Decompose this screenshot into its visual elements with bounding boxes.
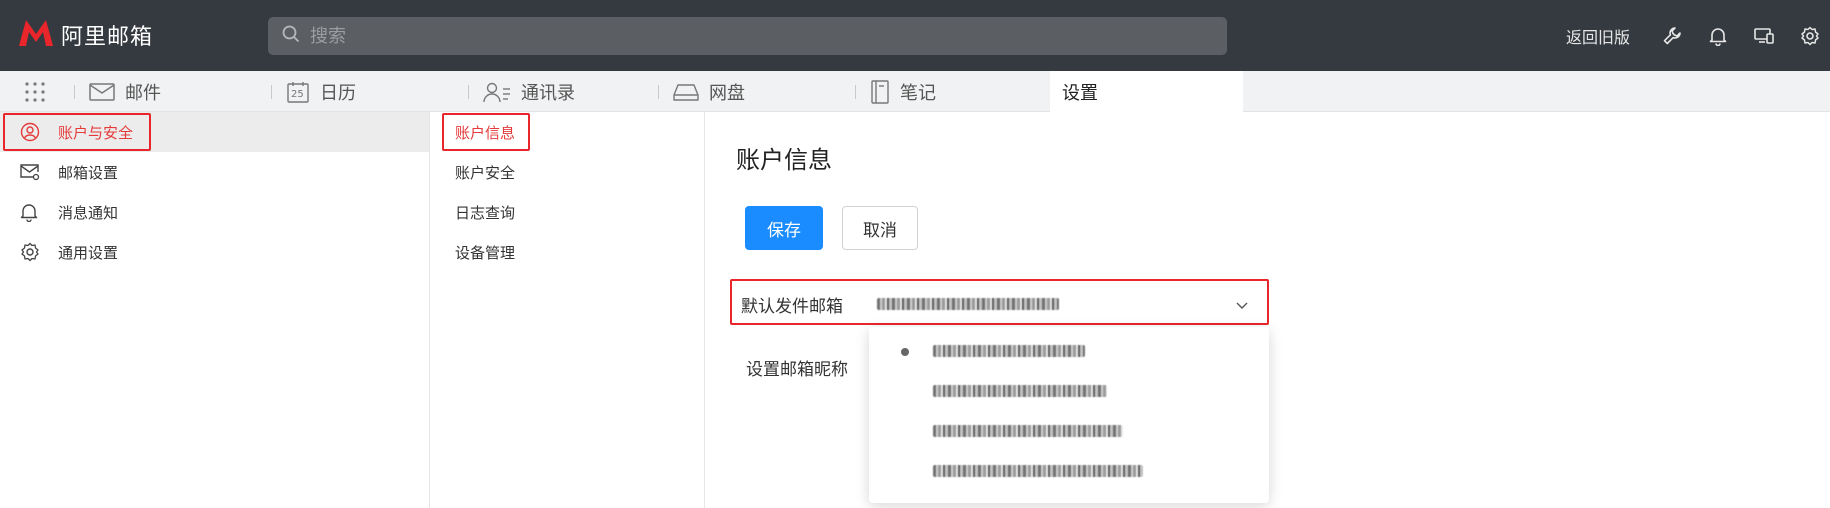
search-input[interactable] (310, 25, 1210, 47)
nickname-label: 设置邮箱昵称 (746, 360, 848, 380)
save-button[interactable]: 保存 (745, 206, 823, 250)
subnav: 账户信息 账户安全 日志查询 设备管理 (431, 112, 705, 508)
dropdown-option[interactable] (869, 411, 1269, 451)
sender-dropdown (869, 327, 1269, 503)
logo-text: 阿里邮箱 (61, 25, 154, 50)
module-nav: 邮件 25 日历 通讯录 网盘 笔记 设置 (0, 71, 1830, 112)
subnav-item-label: 设备管理 (455, 243, 516, 262)
sidebar-item-general-settings[interactable]: 通用设置 (0, 232, 429, 272)
tab-label: 笔记 (900, 82, 936, 104)
search-box[interactable] (268, 17, 1227, 55)
subnav-item-label: 日志查询 (455, 203, 516, 222)
tab-label: 设置 (1062, 82, 1098, 104)
tab-settings[interactable]: 设置 (1050, 71, 1243, 112)
bell-icon[interactable] (1706, 24, 1730, 48)
wrench-icon[interactable] (1660, 24, 1684, 48)
contacts-icon (483, 81, 511, 103)
tab-mail[interactable]: 邮件 (74, 71, 161, 112)
subnav-item-device-management[interactable]: 设备管理 (431, 232, 704, 272)
subnav-item-log-query[interactable]: 日志查询 (431, 192, 704, 232)
tab-label: 通讯录 (521, 82, 575, 104)
highlight-box (730, 279, 1269, 325)
search-icon (282, 25, 300, 47)
dropdown-option[interactable] (869, 371, 1269, 411)
highlight-box (442, 113, 530, 151)
old-version-link[interactable]: 返回旧版 (1566, 24, 1630, 48)
cancel-button[interactable]: 取消 (842, 206, 918, 250)
devices-icon[interactable] (1752, 24, 1776, 48)
sidebar-item-label: 邮箱设置 (58, 163, 119, 182)
subnav-item-account-security[interactable]: 账户安全 (431, 152, 704, 192)
redacted-email (933, 345, 1085, 357)
sidebar-item-label: 通用设置 (58, 243, 119, 262)
tab-notes[interactable]: 笔记 (855, 71, 936, 112)
tab-calendar[interactable]: 25 日历 (271, 71, 356, 112)
bell-icon (20, 202, 42, 222)
calendar-icon: 25 (286, 80, 310, 104)
divider (74, 84, 75, 99)
gear-icon[interactable] (1798, 24, 1822, 48)
sidebar: 账户与安全 邮箱设置 消息通知 通用设置 (0, 112, 430, 508)
calendar-day: 25 (291, 88, 304, 100)
notebook-icon (870, 79, 890, 104)
tab-label: 邮件 (125, 82, 161, 104)
tab-label: 网盘 (709, 82, 745, 104)
divider (658, 84, 659, 99)
divider (271, 84, 272, 99)
gear-icon (20, 242, 42, 262)
dropdown-option[interactable] (869, 331, 1269, 371)
logo-icon (17, 18, 55, 52)
top-bar: 阿里邮箱 返回旧版 (0, 0, 1830, 71)
mail-icon (89, 82, 115, 102)
redacted-email (933, 465, 1143, 477)
sidebar-item-mailbox-settings[interactable]: 邮箱设置 (0, 152, 429, 192)
tab-label: 日历 (320, 82, 356, 104)
sidebar-item-label: 消息通知 (58, 203, 119, 222)
highlight-box (3, 113, 151, 151)
redacted-email (933, 385, 1107, 397)
tab-contacts[interactable]: 通讯录 (468, 71, 575, 112)
dropdown-option[interactable] (869, 451, 1269, 491)
sidebar-item-notifications[interactable]: 消息通知 (0, 192, 429, 232)
page-title: 账户信息 (736, 146, 832, 174)
redacted-email (933, 425, 1123, 437)
apps-grid-icon[interactable] (24, 81, 46, 103)
selected-dot-icon (901, 348, 909, 356)
tab-drive[interactable]: 网盘 (658, 71, 745, 112)
divider (855, 84, 856, 99)
logo[interactable]: 阿里邮箱 (17, 18, 153, 52)
divider (468, 84, 469, 99)
drive-icon (673, 82, 699, 102)
subnav-item-label: 账户安全 (455, 163, 516, 182)
mail-settings-icon (20, 163, 42, 181)
